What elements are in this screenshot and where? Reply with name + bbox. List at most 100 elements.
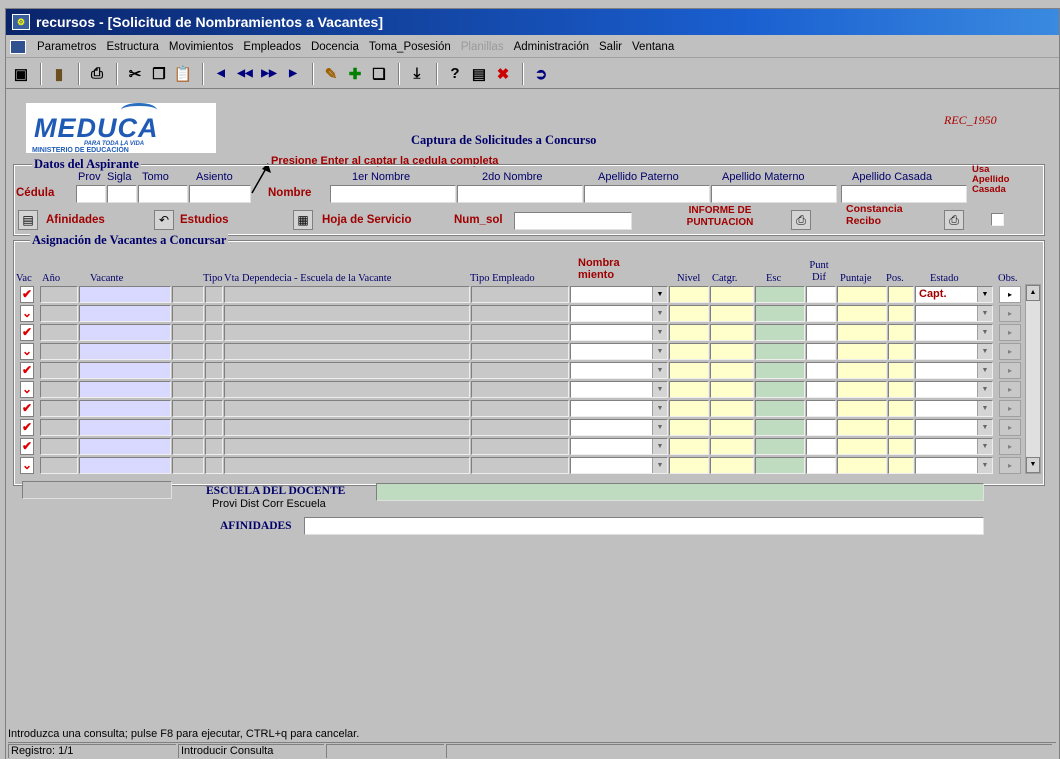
punt-dif-cell[interactable]	[806, 343, 836, 360]
puntaje-cell[interactable]	[837, 286, 887, 303]
anio-cell[interactable]	[40, 305, 78, 322]
copy-icon[interactable]: ❐	[148, 63, 170, 85]
apellido-materno-input[interactable]	[711, 185, 837, 203]
paste-icon[interactable]: 📋	[172, 63, 194, 85]
pos-cell[interactable]	[888, 343, 914, 360]
nombramiento-select[interactable]: ▼	[570, 305, 668, 322]
vacantes-scrollbar[interactable]: ▲ ▼	[1025, 284, 1041, 474]
obs-button[interactable]: ▸	[999, 381, 1021, 398]
estado-select[interactable]: ▼	[915, 305, 993, 322]
vacante-cell[interactable]	[79, 419, 171, 436]
hoja-servicio-icon[interactable]: ▦	[293, 210, 313, 230]
tipo-cell[interactable]	[172, 343, 204, 360]
nivel-cell[interactable]	[669, 362, 709, 379]
nombramiento-select[interactable]: ▼	[570, 362, 668, 379]
vta-cell[interactable]	[205, 400, 223, 417]
nivel-cell[interactable]	[669, 305, 709, 322]
puntaje-cell[interactable]	[837, 381, 887, 398]
catgr-cell[interactable]	[710, 400, 754, 417]
menu-ventana[interactable]: Ventana	[627, 41, 679, 53]
obs-button[interactable]: ▸	[999, 343, 1021, 360]
menu-toma-posesion[interactable]: Toma_Posesión	[364, 41, 456, 53]
nivel-cell[interactable]	[669, 457, 709, 474]
nombramiento-select[interactable]: ▼	[570, 400, 668, 417]
estado-select[interactable]: ▼	[915, 343, 993, 360]
vac-checkbox[interactable]: ✔	[20, 438, 34, 455]
vac-checkbox[interactable]: ⌄	[20, 343, 34, 360]
anio-cell[interactable]	[40, 362, 78, 379]
anio-cell[interactable]	[40, 457, 78, 474]
vacante-cell[interactable]	[79, 362, 171, 379]
nivel-cell[interactable]	[669, 419, 709, 436]
punt-dif-cell[interactable]	[806, 419, 836, 436]
nombramiento-select[interactable]: ▼	[570, 343, 668, 360]
catgr-cell[interactable]	[710, 362, 754, 379]
nivel-cell[interactable]	[669, 286, 709, 303]
estado-select[interactable]: ▼	[915, 362, 993, 379]
primer-nombre-input[interactable]	[330, 185, 456, 203]
tipo-empleado-cell[interactable]	[471, 324, 569, 341]
vac-checkbox[interactable]: ✔	[20, 362, 34, 379]
obs-button[interactable]: ▸	[999, 400, 1021, 417]
tipo-cell[interactable]	[172, 381, 204, 398]
usa-apellido-checkbox[interactable]	[991, 213, 1004, 226]
puntaje-cell[interactable]	[837, 457, 887, 474]
punt-dif-cell[interactable]	[806, 324, 836, 341]
vacante-cell[interactable]	[79, 381, 171, 398]
apellido-paterno-input[interactable]	[584, 185, 710, 203]
tipo-empleado-cell[interactable]	[471, 362, 569, 379]
insert-record-icon[interactable]: ✚	[344, 63, 366, 85]
dependencia-cell[interactable]	[224, 381, 470, 398]
puntaje-cell[interactable]	[837, 305, 887, 322]
download-icon[interactable]: ⤓	[406, 63, 428, 85]
pos-cell[interactable]	[888, 457, 914, 474]
pos-cell[interactable]	[888, 324, 914, 341]
chevron-down-icon[interactable]: ▼	[977, 458, 992, 473]
tipo-empleado-cell[interactable]	[471, 400, 569, 417]
chevron-down-icon[interactable]: ▼	[652, 382, 667, 397]
cedula-prov-input[interactable]	[76, 185, 106, 203]
nombramiento-select[interactable]: ▼	[570, 419, 668, 436]
vta-cell[interactable]	[205, 286, 223, 303]
vac-checkbox[interactable]: ✔	[20, 400, 34, 417]
vta-cell[interactable]	[205, 438, 223, 455]
chevron-down-icon[interactable]: ▼	[652, 306, 667, 321]
tipo-cell[interactable]	[172, 400, 204, 417]
puntaje-cell[interactable]	[837, 419, 887, 436]
cedula-sigla-input[interactable]	[107, 185, 137, 203]
nivel-cell[interactable]	[669, 381, 709, 398]
esc-cell[interactable]	[755, 343, 805, 360]
scroll-down-icon[interactable]: ▼	[1026, 457, 1040, 473]
vta-cell[interactable]	[205, 343, 223, 360]
chevron-down-icon[interactable]: ▼	[652, 458, 667, 473]
cedula-asiento-input[interactable]	[189, 185, 251, 203]
next-set-icon[interactable]: ▶▶	[258, 63, 280, 85]
afinidades-input[interactable]	[304, 517, 984, 535]
esc-cell[interactable]	[755, 324, 805, 341]
nivel-cell[interactable]	[669, 343, 709, 360]
vta-cell[interactable]	[205, 362, 223, 379]
chevron-down-icon[interactable]: ▼	[977, 382, 992, 397]
num-sol-input[interactable]	[514, 212, 632, 230]
catgr-cell[interactable]	[710, 419, 754, 436]
dependencia-cell[interactable]	[224, 343, 470, 360]
estado-select[interactable]: ▼	[915, 324, 993, 341]
anio-cell[interactable]	[40, 419, 78, 436]
nivel-cell[interactable]	[669, 324, 709, 341]
vac-checkbox[interactable]: ✔	[20, 286, 34, 303]
catgr-cell[interactable]	[710, 457, 754, 474]
anio-cell[interactable]	[40, 286, 78, 303]
catgr-cell[interactable]	[710, 324, 754, 341]
dependencia-cell[interactable]	[224, 286, 470, 303]
esc-cell[interactable]	[755, 419, 805, 436]
menu-estructura[interactable]: Estructura	[101, 41, 163, 53]
esc-cell[interactable]	[755, 400, 805, 417]
obs-button[interactable]: ▸	[999, 362, 1021, 379]
punt-dif-cell[interactable]	[806, 286, 836, 303]
chevron-down-icon[interactable]: ▼	[977, 420, 992, 435]
nivel-cell[interactable]	[669, 400, 709, 417]
constancia-print-icon[interactable]: ⎙	[944, 210, 964, 230]
pos-cell[interactable]	[888, 381, 914, 398]
menu-parametros[interactable]: Parametros	[32, 41, 101, 53]
obs-button[interactable]: ▸	[999, 438, 1021, 455]
